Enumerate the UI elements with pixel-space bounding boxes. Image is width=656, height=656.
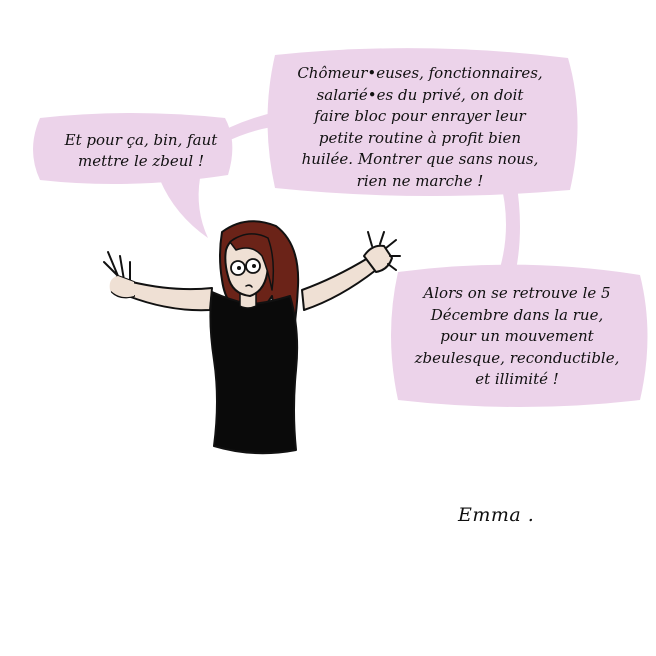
author-signature: Emma . [458, 504, 535, 526]
bubble-top-line: rien ne marche ! [356, 171, 484, 190]
bubble-left-tail [160, 178, 208, 238]
bubble-right-line: pour un mouvement [440, 327, 594, 345]
bubble-top-line: petite routine à profit bien [318, 128, 522, 147]
bubble-top-line: faire bloc pour enrayer leur [314, 107, 526, 125]
speech-bubble-right: Alors on se retrouve le 5 Décembre dans … [397, 283, 637, 391]
bubble-top-line: huilée. Montrer que sans nous, [301, 150, 539, 168]
speech-bubble-top: Chômeur•euses, fonctionnaires, salarié•e… [270, 63, 570, 192]
speech-bubble-left: Et pour ça, bin, faut mettre le zbeul ! [36, 130, 246, 172]
right-arm [301, 257, 377, 311]
bubble-right-line: et illimité ! [475, 370, 559, 388]
bubble-top-line: Chômeur•euses, fonctionnaires, [297, 64, 543, 82]
bubble-right-line: Alors on se retrouve le 5 [423, 284, 611, 302]
black-shirt [209, 291, 299, 455]
woman-character [103, 220, 401, 455]
left-arm [127, 281, 213, 312]
bubble-right-line: zbeulesque, reconductible, [414, 348, 620, 367]
comic-panel: Et pour ça, bin, faut mettre le zbeul ! … [0, 0, 656, 656]
bubble-right-line: Décembre dans la rue, [430, 305, 604, 324]
bubble-left-line: mettre le zbeul ! [77, 152, 205, 170]
bubble-left-line: Et pour ça, bin, faut [64, 131, 218, 149]
bubble-top-line: salarié•es du privé, on doit [316, 85, 524, 104]
